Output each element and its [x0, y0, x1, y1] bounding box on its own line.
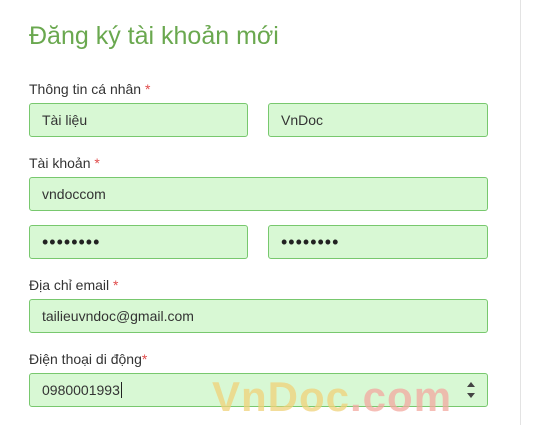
watermark-part-vndoc: VnDoc [212, 373, 351, 420]
password-field[interactable]: •••••••• [29, 225, 248, 259]
vndoc-watermark-logo: VnDoc.com [212, 373, 452, 421]
page-title: Đăng ký tài khoản mới [29, 22, 279, 50]
email-value: tailieuvndoc@gmail.com [42, 308, 194, 324]
required-mark: * [113, 277, 119, 293]
account-label-text: Tài khoản [29, 155, 91, 171]
email-label: Địa chỉ email * [29, 277, 118, 293]
email-label-text: Địa chỉ email [29, 277, 110, 293]
last-name-field[interactable]: VnDoc [268, 103, 488, 137]
first-name-value: Tài liệu [42, 112, 88, 128]
required-mark: * [144, 81, 151, 97]
confirm-password-field[interactable]: •••••••• [268, 225, 488, 259]
phone-label: Điện thoại di động* [29, 351, 147, 367]
text-caret [120, 382, 122, 398]
personal-info-label-text: Thông tin cá nhân [29, 81, 142, 97]
watermark-part-com: .com [350, 373, 453, 420]
phone-value: 0980001993 [42, 382, 120, 398]
username-value: vndoccom [42, 186, 106, 202]
personal-info-label: Thông tin cá nhân * [29, 81, 150, 97]
password-value: •••••••• [42, 231, 101, 252]
number-stepper[interactable] [465, 382, 477, 398]
account-label: Tài khoản * [29, 155, 100, 171]
first-name-field[interactable]: Tài liệu [29, 103, 248, 137]
required-mark: * [141, 351, 148, 367]
phone-label-text: Điện thoại di động [29, 351, 142, 367]
panel-divider [520, 0, 521, 425]
stepper-down-icon[interactable] [467, 393, 475, 398]
required-mark: * [94, 155, 100, 171]
confirm-password-value: •••••••• [281, 231, 340, 252]
stepper-up-icon[interactable] [467, 382, 475, 387]
email-field[interactable]: tailieuvndoc@gmail.com [29, 299, 488, 333]
registration-page: Đăng ký tài khoản mới Thông tin cá nhân … [0, 0, 533, 425]
last-name-value: VnDoc [281, 112, 324, 128]
username-field[interactable]: vndoccom [29, 177, 488, 211]
